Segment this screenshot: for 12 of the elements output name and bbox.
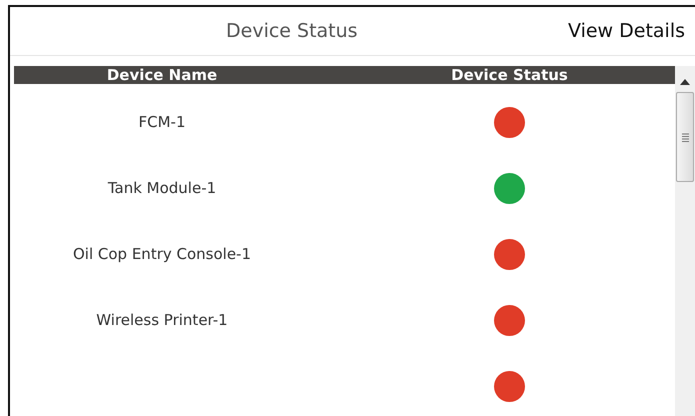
- scroll-up-icon[interactable]: [680, 79, 690, 85]
- panel-title: Device Status: [225, 20, 358, 42]
- device-name: FCM-1: [138, 113, 186, 131]
- scrollbar[interactable]: [675, 66, 695, 416]
- column-header: Device Name: [106, 66, 218, 84]
- device-name: Oil Cop Entry Console-1: [72, 245, 252, 263]
- column-header: Device Status: [451, 66, 568, 84]
- device-name: Wireless Printer-1: [96, 311, 228, 329]
- grip-icon: [682, 132, 688, 142]
- scroll-thumb[interactable]: [676, 92, 694, 182]
- view-details-link[interactable]: View Details: [568, 20, 695, 42]
- device-name: Tank Module-1: [108, 179, 216, 197]
